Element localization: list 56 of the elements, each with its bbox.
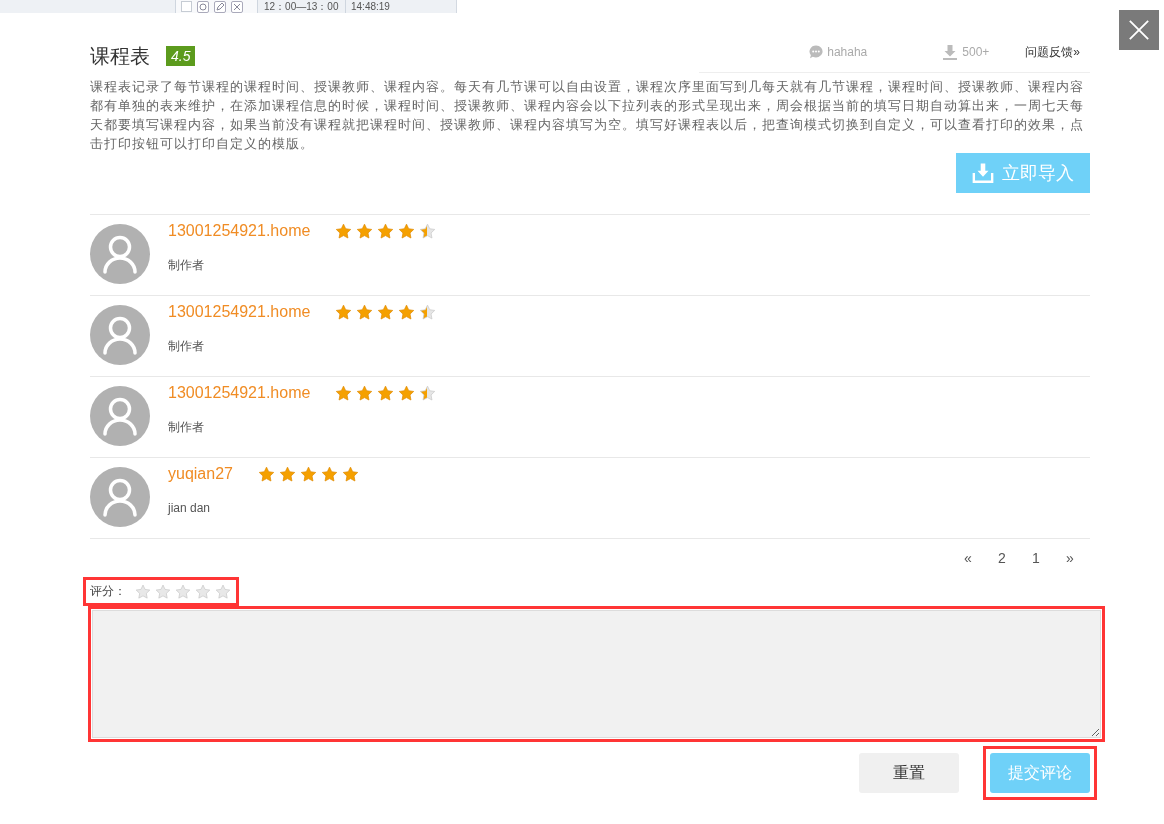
avatar-icon <box>90 224 150 284</box>
review-comment: jian dan <box>168 500 212 516</box>
download-count: 500+ <box>962 45 990 59</box>
star-icon <box>419 303 437 321</box>
star-icon <box>278 465 296 483</box>
description-text: 课程表记录了每节课程的课程时间、授课教师、课程内容。每天有几节课可以自由设置，课程次序里面写到几每天就有几节课程，课程时间、授课教师、课程内容都有单独的表来维护，在添加课程信息的时候，课程时间、授课教师、课程内容会以下拉列表的形式呈现出来，周会根据当前的填写日期自动算出来，一周七天每天都要填写课程内容，如果当前没有课程就把课程时间、授课教师、课程内容填写为空。填写好课程表以后，把查询模式切换到自定义，可以查看打印的效果，点击打印按钮可以打印自定义的模版。 <box>90 78 1085 153</box>
score-badge: 4.5 <box>166 46 196 66</box>
star-icon <box>320 465 338 483</box>
feedback-link[interactable]: 问题反馈» <box>1025 43 1080 61</box>
star-icon <box>377 222 395 240</box>
page-link[interactable]: « <box>951 550 985 566</box>
star-icon[interactable] <box>175 583 191 600</box>
review-comment: 制作者 <box>168 419 205 435</box>
time-range-text: 12：00—13：00 <box>258 0 346 13</box>
star-icon <box>419 222 437 240</box>
download-icon <box>942 44 959 60</box>
avatar-icon <box>90 305 150 365</box>
reset-button[interactable]: 重置 <box>859 753 959 793</box>
star-icon <box>356 222 374 240</box>
review-comment: 制作者 <box>168 338 205 354</box>
star-icon <box>257 465 275 483</box>
close-icon <box>1128 19 1150 41</box>
edit-icon[interactable] <box>214 0 226 13</box>
avatar-icon <box>90 386 150 446</box>
avatar-icon <box>90 467 150 527</box>
star-icon <box>398 222 416 240</box>
rating-label: 评分： <box>90 583 126 600</box>
star-icon[interactable] <box>135 583 151 600</box>
star-icon <box>398 384 416 402</box>
star-icon <box>335 303 353 321</box>
star-icon <box>356 384 374 402</box>
page-link[interactable]: » <box>1053 550 1087 566</box>
star-icon <box>356 303 374 321</box>
x-box-icon[interactable] <box>231 0 243 13</box>
chat-icon <box>809 45 824 59</box>
circle-icon[interactable] <box>197 0 209 13</box>
page-link[interactable]: 1 <box>1019 550 1053 566</box>
star-icon[interactable] <box>155 583 171 600</box>
star-icon[interactable] <box>215 583 231 600</box>
star-icon <box>419 384 437 402</box>
star-icon <box>377 303 395 321</box>
star-icon[interactable] <box>195 583 211 600</box>
star-icon <box>299 465 317 483</box>
star-icon <box>341 465 359 483</box>
star-icon <box>335 384 353 402</box>
download-icon <box>972 162 994 184</box>
star-icon <box>335 222 353 240</box>
author-name: hahaha <box>827 45 868 59</box>
time-text: 14:48:19 <box>350 0 390 13</box>
page-link[interactable]: 2 <box>985 550 1019 566</box>
close-button[interactable] <box>1119 10 1159 50</box>
star-icon <box>377 384 395 402</box>
page-title: 课程表 <box>90 44 150 69</box>
review-comment: 制作者 <box>168 257 205 273</box>
star-icon <box>398 303 416 321</box>
checkbox[interactable] <box>181 1 192 12</box>
